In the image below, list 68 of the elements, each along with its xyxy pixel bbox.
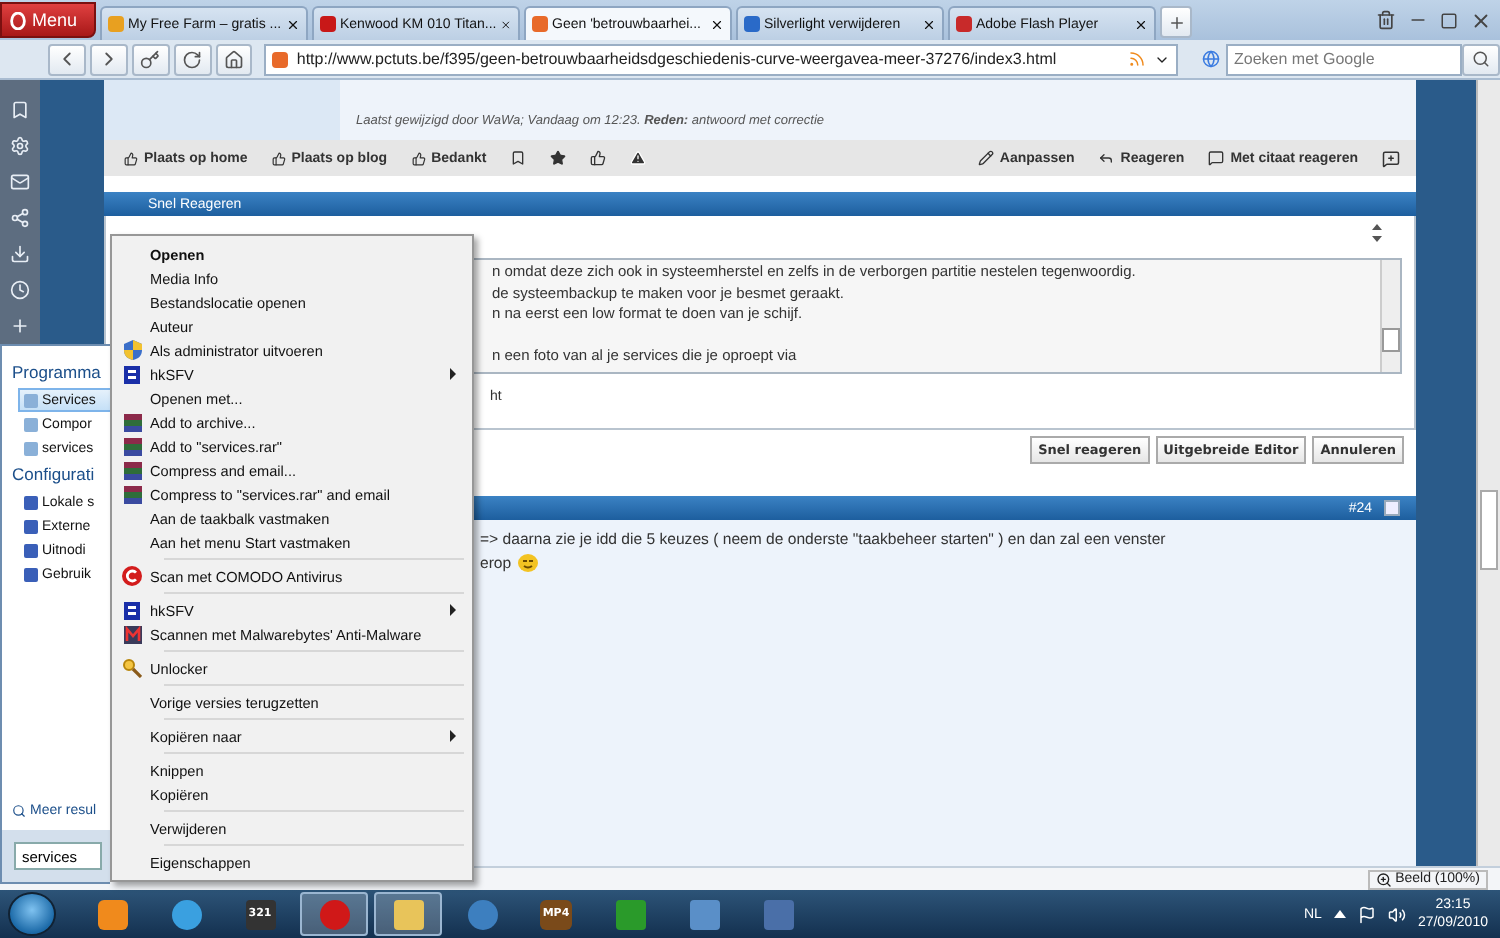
close-icon[interactable] — [710, 17, 724, 31]
plus-icon[interactable] — [10, 316, 30, 336]
search-field[interactable]: Zoeken met Google — [1226, 43, 1463, 75]
books-icon — [123, 461, 141, 479]
favicon-icon — [272, 51, 289, 67]
key-icon — [140, 49, 161, 69]
zoom-icon — [1375, 871, 1392, 887]
resize-icon[interactable] — [1372, 224, 1382, 242]
globe-icon[interactable] — [1202, 50, 1221, 68]
books-icon — [123, 413, 141, 431]
mail-icon[interactable] — [10, 172, 30, 192]
close-icon[interactable] — [500, 17, 512, 31]
taskbar-app-button[interactable] — [300, 892, 368, 936]
thumbs-up-icon — [411, 151, 426, 165]
favicon-icon — [320, 16, 336, 32]
address-field[interactable]: http://www.pctuts.be/f395/geen-betrouwbaarheidsdgeschiedenis-curve-weergavea-meer-37276/index3.html — [264, 43, 1179, 75]
download-icon[interactable] — [10, 244, 30, 264]
search-icon — [12, 804, 26, 818]
pencil-icon — [977, 150, 994, 166]
key-button[interactable] — [131, 43, 170, 75]
books-icon — [123, 437, 141, 455]
volume-icon[interactable] — [1387, 905, 1406, 923]
speech-bubble-icon — [1208, 150, 1225, 166]
maximize-icon[interactable] — [1440, 11, 1458, 29]
flag-icon[interactable] — [1357, 905, 1376, 923]
share-icon[interactable] — [10, 208, 30, 228]
up-arrow-icon[interactable] — [1333, 910, 1346, 918]
star-icon[interactable] — [550, 150, 567, 166]
taskbar-app-button[interactable] — [374, 892, 442, 936]
shield-icon — [123, 340, 141, 360]
favicon-icon — [744, 16, 760, 32]
reply-icon — [1098, 150, 1115, 166]
magnifier-icon — [122, 658, 142, 678]
plus-icon — [1167, 13, 1185, 31]
opera-logo-icon — [10, 11, 26, 29]
close-icon[interactable] — [922, 17, 936, 31]
new-tab-button[interactable] — [1160, 6, 1192, 38]
search-button[interactable] — [1462, 43, 1500, 75]
close-icon[interactable] — [1470, 9, 1492, 31]
reload-button[interactable] — [173, 43, 211, 75]
bookmark-icon[interactable] — [510, 150, 527, 166]
start-button[interactable] — [8, 892, 56, 936]
favicon-icon — [108, 16, 124, 32]
back-button[interactable] — [48, 43, 86, 75]
multiquote-icon[interactable] — [1382, 149, 1400, 167]
reload-icon — [182, 49, 203, 69]
smiley-icon — [517, 553, 538, 571]
close-icon[interactable] — [1134, 17, 1148, 31]
thumbs-up-icon — [271, 151, 286, 165]
books-icon — [123, 485, 141, 503]
warning-icon[interactable] — [630, 150, 647, 166]
close-icon[interactable] — [286, 17, 300, 31]
favicon-icon — [956, 16, 972, 32]
scrollbar — [1380, 260, 1400, 372]
trash-icon[interactable] — [1376, 10, 1396, 30]
settings-icon[interactable] — [10, 136, 30, 156]
clock-icon[interactable] — [10, 280, 30, 300]
section-title: Configurati — [10, 464, 97, 484]
select-checkbox[interactable] — [1384, 500, 1400, 516]
search-icon — [1472, 50, 1491, 68]
thumbs-up-icon — [124, 151, 138, 165]
menu-button[interactable]: Menu — [0, 2, 96, 38]
section-title: Programma — [10, 362, 103, 382]
home-icon — [223, 49, 244, 69]
favicon-icon — [532, 16, 548, 32]
thumbs-up-icon[interactable] — [590, 150, 607, 166]
forward-button[interactable] — [89, 43, 128, 75]
home-button[interactable] — [215, 43, 253, 75]
